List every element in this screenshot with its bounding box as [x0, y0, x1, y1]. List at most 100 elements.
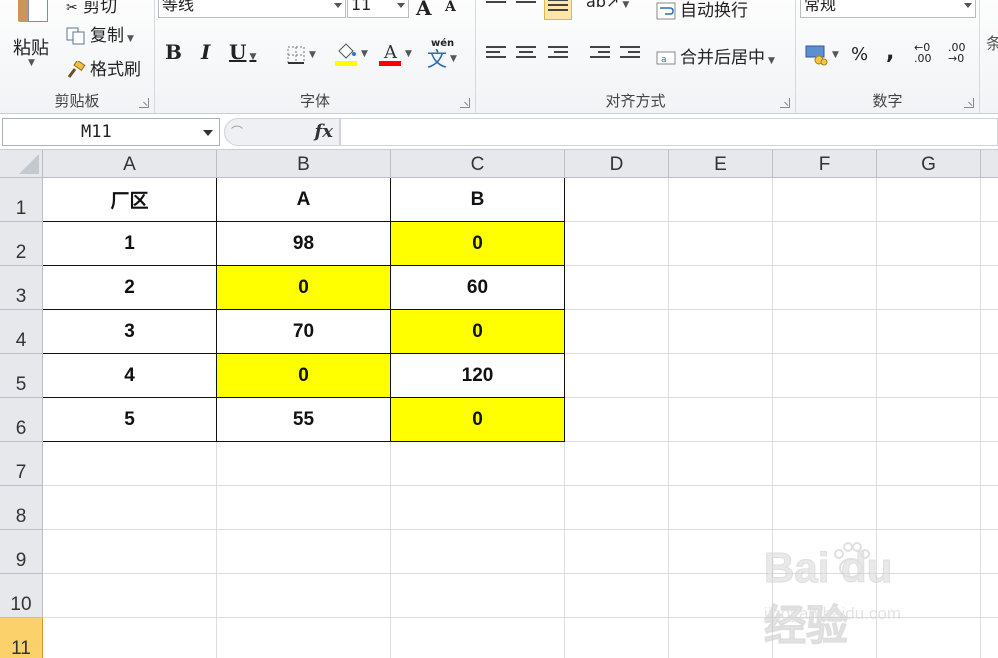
grow-font-button[interactable]: A [416, 0, 432, 20]
cell-b5[interactable]: 0 [217, 354, 391, 398]
row-header-11[interactable]: 11 [0, 618, 43, 658]
function-area: ⌒ fx [224, 118, 340, 146]
row-header-4[interactable]: 4 [0, 310, 43, 354]
accounting-format-button[interactable]: ▼ [804, 42, 840, 68]
cell-c6[interactable]: 0 [391, 398, 565, 442]
font-name-select[interactable]: 等线 [158, 0, 346, 18]
align-middle-icon[interactable] [516, 0, 536, 12]
cell-a4[interactable]: 3 [43, 310, 217, 354]
underline-button[interactable]: U ▼ [229, 40, 256, 68]
cell-a1[interactable]: 厂区 [43, 178, 217, 222]
borders-button[interactable]: ▼ [281, 44, 321, 66]
cell-b6[interactable]: 55 [217, 398, 391, 442]
comma-style-button[interactable]: , [886, 40, 894, 65]
decrease-indent-icon[interactable] [590, 46, 610, 62]
cell-b4[interactable]: 70 [217, 310, 391, 354]
borders-icon [287, 46, 305, 64]
align-left-icon[interactable] [486, 46, 506, 62]
cell-c5[interactable]: 120 [391, 354, 565, 398]
paste-icon[interactable] [18, 0, 52, 24]
number-dialog-launcher-icon[interactable] [964, 98, 974, 108]
align-right-icon[interactable] [548, 46, 568, 62]
column-header-partial[interactable] [981, 150, 998, 178]
font-size-select[interactable]: 11 [347, 0, 409, 18]
svg-text:a: a [661, 55, 667, 65]
decrease-decimal-icon[interactable]: .00 →0 [948, 42, 966, 64]
alignment-dialog-launcher-icon[interactable] [780, 98, 790, 108]
fill-color-button[interactable]: ▼ [331, 40, 371, 68]
more-icon[interactable]: ⌒ [231, 123, 243, 140]
cell-c2[interactable]: 0 [391, 222, 565, 266]
align-bottom-button[interactable] [544, 0, 572, 20]
paste-button[interactable]: 粘贴 [13, 34, 49, 60]
cell-b1[interactable]: A [217, 178, 391, 222]
number-group-label: 数字 [872, 92, 903, 110]
shrink-font-button[interactable]: A [445, 0, 456, 15]
cut-button[interactable]: ✂ 剪切 [66, 0, 117, 17]
increase-decimal-icon[interactable]: ←0.00 [914, 42, 932, 64]
column-header-a[interactable]: A [43, 150, 217, 178]
row-header-8[interactable]: 8 [0, 486, 43, 530]
gridline-column [980, 178, 981, 658]
row-header-6[interactable]: 6 [0, 398, 43, 442]
phonetic-icon: 文 ▼ [427, 47, 457, 71]
worksheet-grid: ABCDEFG 1 2 3 4 5 6 7 8 9 10 11 厂区 A B 1 98 0 2 0 60 3 70 0 4 0… [0, 150, 998, 658]
row-header-10[interactable]: 10 [0, 574, 43, 618]
alignment-group-label: 对齐方式 [605, 92, 666, 110]
copy-icon [66, 27, 85, 45]
format-painter-button[interactable]: 格式刷 [66, 55, 141, 80]
clipboard-group: 粘贴 ▼ ✂ 剪切 复制 ▼ 格式刷 剪贴板 [0, 0, 155, 113]
scissors-icon: ✂ [66, 0, 78, 16]
font-group-label: 字体 [299, 92, 330, 110]
paste-dropdown-icon[interactable]: ▼ [28, 58, 35, 68]
row-header-2[interactable]: 2 [0, 222, 43, 266]
italic-button[interactable]: I [201, 40, 210, 68]
column-header-b[interactable]: B [217, 150, 391, 178]
paintbrush-icon [67, 61, 86, 78]
font-dialog-launcher-icon[interactable] [460, 98, 470, 108]
cell-a5[interactable]: 4 [43, 354, 217, 398]
insert-function-button[interactable]: fx [315, 121, 333, 142]
column-header-f[interactable]: F [773, 150, 877, 178]
column-header-e[interactable]: E [669, 150, 773, 178]
cell-c3[interactable]: 60 [391, 266, 565, 310]
percent-button[interactable]: % [851, 44, 868, 65]
font-color-button[interactable]: A ▼ [375, 40, 415, 68]
cell-a3[interactable]: 2 [43, 266, 217, 310]
cell-c4[interactable]: 0 [391, 310, 565, 354]
align-top-icon[interactable] [486, 0, 506, 12]
cell-b3[interactable]: 0 [217, 266, 391, 310]
align-center-icon[interactable] [516, 46, 536, 62]
name-box[interactable]: M11 [2, 118, 220, 146]
wrap-text-button[interactable]: 自动换行 [656, 0, 748, 21]
cell-a6[interactable]: 5 [43, 398, 217, 442]
font-color-icon: A [379, 42, 402, 66]
row-header-9[interactable]: 9 [0, 530, 43, 574]
cell-a2[interactable]: 1 [43, 222, 217, 266]
gridline-row [43, 529, 998, 530]
merge-center-button[interactable]: a 合并后居中 ▼ [656, 43, 775, 68]
gridline-row [43, 485, 998, 486]
cell-c1[interactable]: B [391, 178, 565, 222]
row-header-3[interactable]: 3 [0, 266, 43, 310]
column-header-g[interactable]: G [877, 150, 981, 178]
bold-button[interactable]: B [165, 40, 182, 68]
column-header-d[interactable]: D [565, 150, 669, 178]
number-format-select[interactable]: 常规 [800, 0, 976, 18]
select-all-button[interactable] [0, 150, 43, 178]
orientation-button[interactable]: ab↗ ▼ [586, 0, 629, 11]
row-header-1[interactable]: 1 [0, 178, 43, 222]
row-header-5[interactable]: 5 [0, 354, 43, 398]
clipboard-dialog-launcher-icon[interactable] [139, 98, 149, 108]
currency-icon [805, 45, 828, 66]
column-header-c[interactable]: C [391, 150, 565, 178]
row-header-7[interactable]: 7 [0, 442, 43, 486]
formula-input[interactable] [340, 118, 998, 146]
phonetic-button[interactable]: wén 文 ▼ [427, 38, 471, 70]
gridline-column [668, 178, 669, 658]
increase-indent-icon[interactable] [620, 46, 640, 62]
copy-button[interactable]: 复制 ▼ [66, 21, 134, 46]
paint-bucket-icon [335, 43, 358, 66]
cell-b2[interactable]: 98 [217, 222, 391, 266]
name-box-dropdown-icon[interactable] [203, 130, 213, 136]
